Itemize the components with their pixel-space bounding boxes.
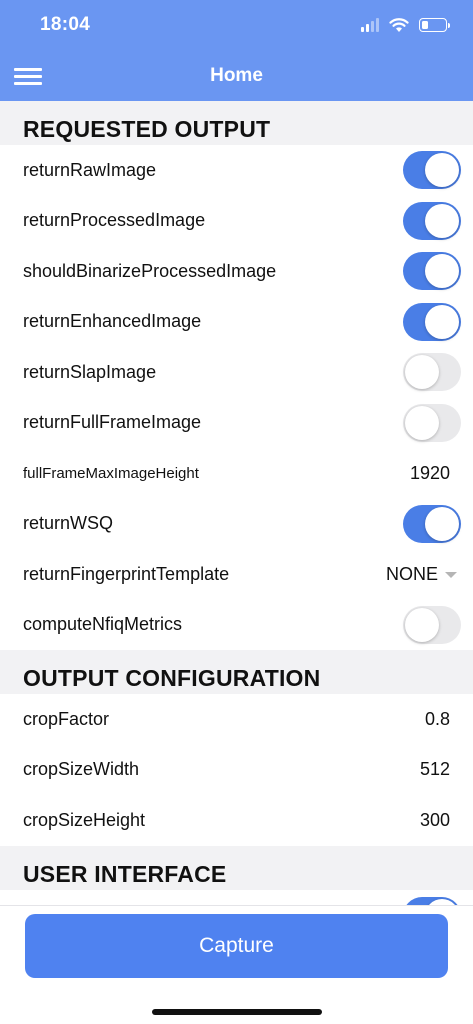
setting-row-crop-size-width: cropSizeWidth 512 <box>0 744 473 795</box>
compute-nfiq-metrics-toggle[interactable] <box>403 605 461 644</box>
setting-label: cropFactor <box>23 708 110 729</box>
setting-label: returnFullFrameImage <box>23 412 202 433</box>
setting-label: cropSizeHeight <box>23 809 146 830</box>
return-full-frame-image-toggle[interactable] <box>403 403 461 442</box>
setting-label: returnRawImage <box>23 159 157 180</box>
wifi-icon <box>389 18 409 32</box>
section-header-output-configuration: OUTPUT CONFIGURATION <box>0 650 473 694</box>
setting-row-should-binarize-processed-image[interactable]: shouldBinarizeProcessedImage <box>0 246 473 297</box>
section-header-user-interface: USER INTERFACE <box>0 845 473 890</box>
setting-row-return-enhanced-image[interactable]: returnEnhancedImage <box>0 296 473 347</box>
return-slap-image-toggle[interactable] <box>403 353 461 392</box>
crop-factor-value[interactable]: 0.8 <box>425 709 450 730</box>
nav-bar: Home <box>0 50 473 101</box>
status-icons <box>361 16 450 34</box>
should-binarize-processed-image-toggle[interactable] <box>403 252 461 291</box>
home-indicator <box>152 1009 322 1015</box>
setting-row-compute-nfiq-metrics[interactable]: computeNfiqMetrics <box>0 599 473 650</box>
setting-row-crop-factor: cropFactor 0.8 <box>0 694 473 745</box>
settings-list[interactable]: REQUESTED OUTPUT returnRawImage returnPro… <box>0 101 473 905</box>
setting-row-return-processed-image[interactable]: returnProcessedImage <box>0 195 473 246</box>
setting-label: returnEnhancedImage <box>23 311 202 332</box>
return-raw-image-toggle[interactable] <box>403 151 461 190</box>
setting-row-return-wsq[interactable]: returnWSQ <box>0 498 473 549</box>
return-wsq-toggle[interactable] <box>403 504 461 543</box>
dropdown-selected-value: NONE <box>385 563 438 584</box>
setting-label: returnFingerprintTemplate <box>23 563 230 584</box>
app-header: 18:04 Home <box>0 0 473 101</box>
full-frame-max-image-height-value[interactable]: 1920 <box>410 463 450 484</box>
setting-label: returnProcessedImage <box>23 210 206 231</box>
caret-down-icon <box>445 572 457 579</box>
setting-row-return-fingerprint-template[interactable]: returnFingerprintTemplate NONE <box>0 549 473 600</box>
setting-row-full-frame-max-image-height: fullFrameMaxImageHeight 1920 <box>0 448 473 499</box>
return-processed-image-toggle[interactable] <box>403 201 461 240</box>
capture-button[interactable]: Capture <box>25 914 448 978</box>
page-title: Home <box>210 65 263 86</box>
setting-label: computeNfiqMetrics <box>23 614 183 635</box>
crop-size-width-value[interactable]: 512 <box>420 759 450 780</box>
setting-label: fullFrameMaxImageHeight <box>23 464 199 482</box>
status-bar: 18:04 <box>0 0 473 50</box>
cellular-signal-icon <box>361 18 379 32</box>
user-interface-first-toggle[interactable] <box>403 897 461 905</box>
setting-label: cropSizeWidth <box>23 759 140 780</box>
return-enhanced-image-toggle[interactable] <box>403 302 461 341</box>
setting-label: shouldBinarizeProcessedImage <box>23 260 277 281</box>
setting-row-return-raw-image[interactable]: returnRawImage <box>0 145 473 196</box>
status-time: 18:04 <box>40 14 91 35</box>
setting-label: returnWSQ <box>23 513 114 534</box>
footer: Capture <box>0 905 473 1024</box>
return-fingerprint-template-dropdown[interactable]: NONE <box>386 564 457 585</box>
setting-row-crop-size-height: cropSizeHeight 300 <box>0 795 473 846</box>
setting-row-return-slap-image[interactable]: returnSlapImage <box>0 347 473 398</box>
setting-row-return-full-frame-image[interactable]: returnFullFrameImage <box>0 397 473 448</box>
battery-icon <box>419 18 450 32</box>
setting-label: returnSlapImage <box>23 361 157 382</box>
section-header-requested-output: REQUESTED OUTPUT <box>0 101 473 145</box>
crop-size-height-value[interactable]: 300 <box>420 810 450 831</box>
screen: 18:04 Home REQUESTED OUTPUT returnRawIma… <box>0 0 473 1024</box>
